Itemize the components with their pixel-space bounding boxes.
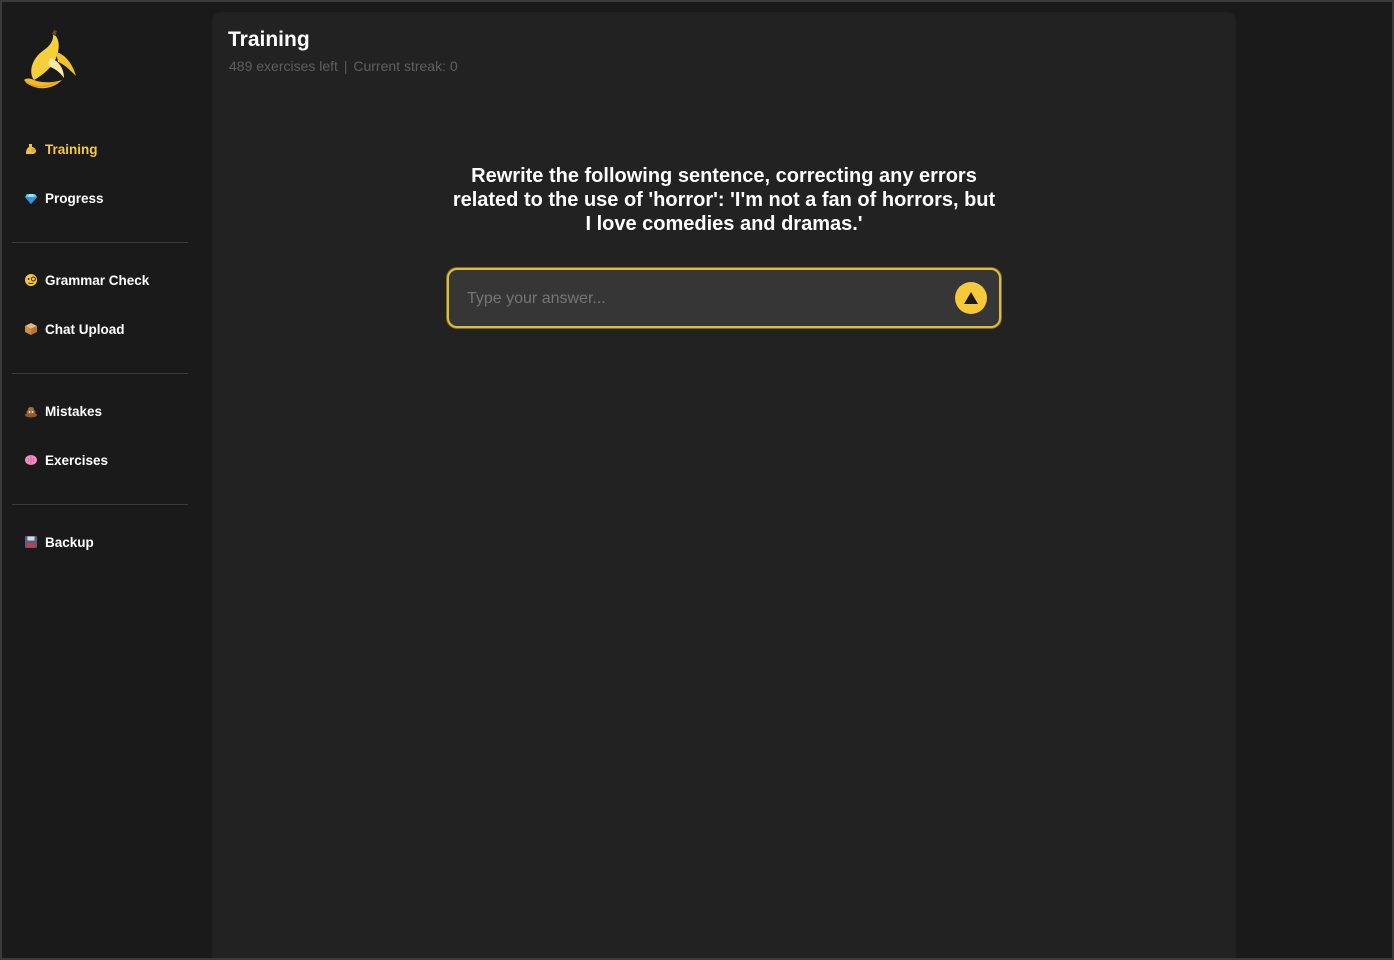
sidebar-item-progress[interactable]: Progress (24, 187, 104, 209)
brain-icon (24, 453, 38, 467)
sidebar-item-label: Exercises (45, 452, 109, 468)
sidebar-item-label: Chat Upload (45, 321, 125, 337)
app-window: Training Progress Grammar Check Chat Upl… (0, 0, 1394, 960)
monocle-face-icon (24, 273, 38, 287)
sidebar-divider (12, 373, 188, 374)
sidebar-item-exercises[interactable]: Exercises (24, 449, 108, 471)
answer-box (447, 268, 1001, 328)
sidebar-item-backup[interactable]: Backup (24, 531, 94, 553)
exercises-left-count: 489 exercises left (229, 58, 338, 74)
banana-logo-icon[interactable] (20, 28, 82, 94)
triangle-up-icon (964, 292, 978, 304)
sidebar-item-training[interactable]: Training (24, 138, 98, 160)
answer-input[interactable] (465, 270, 939, 328)
flexed-biceps-icon (24, 142, 38, 156)
sidebar: Training Progress Grammar Check Chat Upl… (2, 2, 200, 958)
sidebar-item-label: Grammar Check (45, 272, 150, 288)
main-panel: Training 489 exercises left | Current st… (212, 12, 1236, 958)
sidebar-item-mistakes[interactable]: Mistakes (24, 400, 102, 422)
sidebar-divider (12, 242, 188, 243)
exercise-question: Rewrite the following sentence, correcti… (452, 165, 996, 235)
sidebar-item-grammar-check[interactable]: Grammar Check (24, 269, 149, 291)
pile-of-poo-icon (24, 404, 38, 418)
sidebar-item-label: Progress (45, 190, 104, 206)
gem-icon (24, 191, 38, 205)
sidebar-item-label: Mistakes (45, 403, 103, 419)
floppy-disk-icon (24, 535, 38, 549)
training-stats: 489 exercises left | Current streak: 0 (229, 58, 458, 74)
sidebar-divider (12, 504, 188, 505)
current-streak: Current streak: 0 (353, 58, 458, 74)
sidebar-item-chat-upload[interactable]: Chat Upload (24, 318, 125, 340)
stats-separator: | (343, 58, 348, 74)
page-title: Training (228, 28, 310, 51)
package-icon (24, 322, 38, 336)
submit-answer-button[interactable] (955, 282, 987, 314)
sidebar-item-label: Backup (45, 534, 94, 550)
sidebar-item-label: Training (45, 141, 98, 157)
